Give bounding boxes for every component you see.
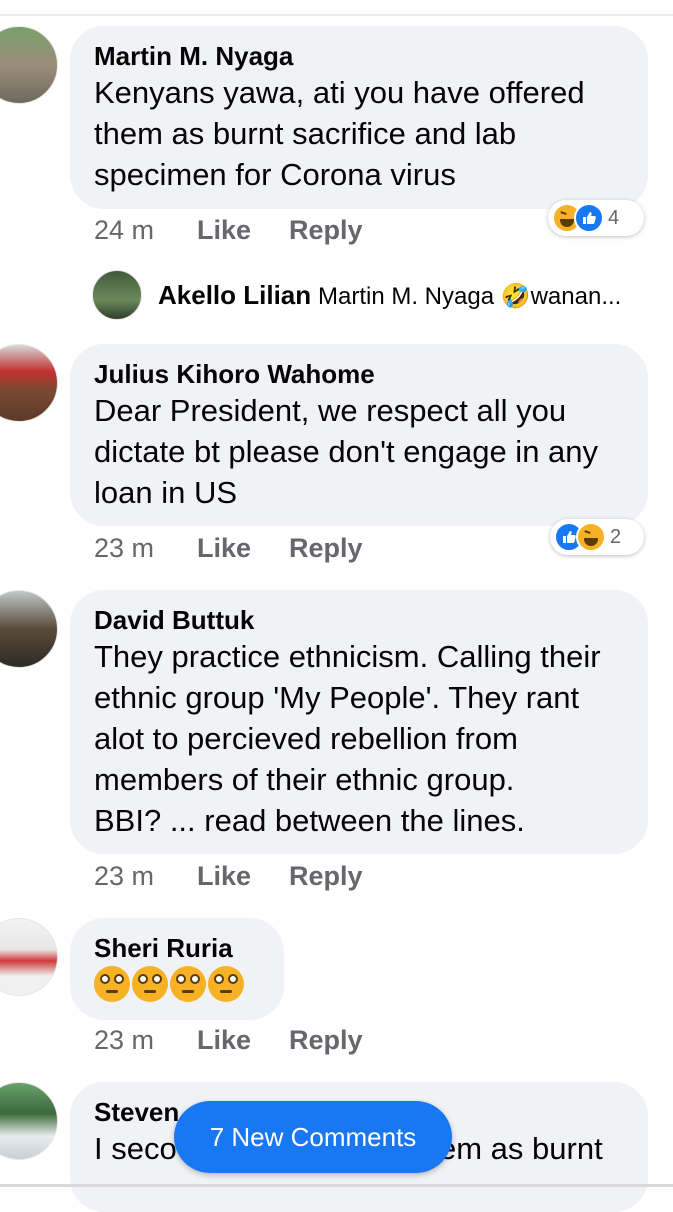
comment-bubble-1[interactable]: Martin M. Nyaga Kenyans yawa, ati you ha…	[70, 26, 648, 209]
like-reaction-icon	[574, 203, 604, 233]
comment-author[interactable]: David Buttuk	[94, 604, 624, 636]
comment-text-line: Dear President, we respect all you	[94, 393, 567, 428]
like-button[interactable]: Like	[197, 1023, 251, 1057]
like-button[interactable]: Like	[197, 531, 251, 565]
comment-text-line: them as burnt sacrifice and lab	[94, 116, 517, 151]
comment-text-line: ethnic group 'My People'. They rant	[94, 680, 580, 715]
bottom-divider	[0, 1184, 673, 1187]
comment-time: 24 m	[94, 215, 155, 245]
comment-time: 23 m	[94, 533, 155, 563]
rolling-eyes-emoji	[208, 966, 244, 1002]
avatar-akello[interactable]	[92, 270, 142, 320]
comment-text-line: loan in US	[94, 475, 238, 510]
new-comments-button[interactable]: 7 New Comments	[174, 1101, 452, 1173]
avatar-david[interactable]	[0, 590, 58, 668]
comment-text-line: members of their ethnic group.	[94, 762, 515, 797]
comment-bubble-3[interactable]: David Buttuk They practice ethnicism. Ca…	[70, 590, 648, 854]
like-button[interactable]: Like	[197, 213, 251, 247]
like-button[interactable]: Like	[197, 859, 251, 893]
comment-text-line: specimen for Corona virus	[94, 157, 456, 192]
haha-reaction-icon	[576, 522, 606, 552]
reply-button[interactable]: Reply	[289, 1023, 363, 1057]
reaction-count: 4	[608, 206, 620, 229]
comment-text-line: Kenyans yawa, ati you have offered	[94, 75, 585, 110]
comment-time: 23 m	[94, 861, 155, 891]
reply-button[interactable]: Reply	[289, 531, 363, 565]
rolling-eyes-emoji	[132, 966, 168, 1002]
comment-text-line: alot to percieved rebellion from	[94, 721, 518, 756]
comment-author[interactable]: Martin M. Nyaga	[94, 40, 624, 72]
top-divider	[0, 14, 673, 16]
comment-text-fragment: em as burnt	[439, 1131, 603, 1166]
reply-author[interactable]: Akello Lilian	[158, 280, 311, 311]
reactions-summary-1[interactable]: 4	[548, 200, 644, 236]
comment-bubble-2[interactable]: Julius Kihoro Wahome Dear President, we …	[70, 344, 648, 526]
reply-snippet: Martin M. Nyaga 🤣wanan...	[318, 283, 622, 310]
avatar-julius[interactable]	[0, 344, 58, 422]
avatar-steven[interactable]	[0, 1082, 58, 1160]
rolling-eyes-emoji	[94, 966, 130, 1002]
comment-author[interactable]: Sheri Ruria	[94, 932, 260, 964]
comment-text-line: dictate bt please don't engage in any	[94, 434, 599, 469]
avatar-martin[interactable]	[0, 26, 58, 104]
emoji-row	[94, 966, 260, 1002]
rolling-eyes-emoji	[170, 966, 206, 1002]
comment-time: 23 m	[94, 1025, 155, 1055]
comment-text-line: They practice ethnicism. Calling their	[94, 639, 601, 674]
comment-bubble-4[interactable]: Sheri Ruria	[70, 918, 284, 1020]
reactions-summary-2[interactable]: 2	[550, 519, 644, 555]
comment-author[interactable]: Julius Kihoro Wahome	[94, 358, 624, 390]
comment-text-fragment: I seco	[94, 1131, 177, 1166]
avatar-sheri[interactable]	[0, 918, 58, 996]
reply-button[interactable]: Reply	[289, 859, 363, 893]
comment-text-line: BBI? ... read between the lines.	[94, 803, 525, 838]
reaction-count: 2	[610, 525, 622, 548]
reply-button[interactable]: Reply	[289, 213, 363, 247]
